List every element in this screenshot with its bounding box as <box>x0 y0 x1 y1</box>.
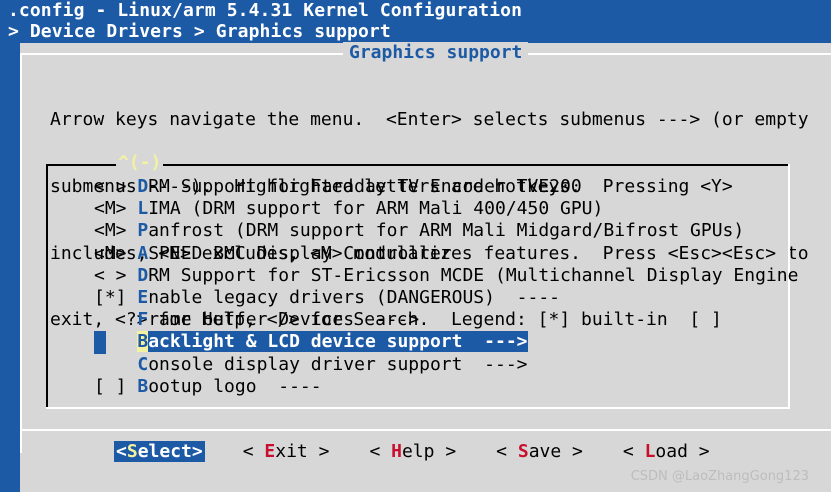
menu-item-hotkey: P <box>137 220 149 242</box>
menu-item[interactable]: < > DRM Support for Faraday TV Encoder T… <box>94 176 798 198</box>
menu-list: < > DRM Support for Faraday TV Encoder T… <box>94 176 798 398</box>
menu-item-label: IMA (DRM support for ARM Mali 400/450 GP… <box>148 198 604 220</box>
button-label: oad > <box>655 441 710 462</box>
menu-item-hotkey: C <box>137 353 149 375</box>
breadcrumb: > Device Drivers > Graphics support <box>8 21 391 42</box>
menu-item-hotkey: B <box>137 375 149 397</box>
button-hotkey: E <box>264 441 276 462</box>
dialog-border-left <box>20 53 22 453</box>
menu-item-prompt: [ ] <box>94 375 138 397</box>
button-bracket: < <box>242 441 265 462</box>
menu-item-hotkey: A <box>137 242 149 264</box>
menu-item-prompt: [*] <box>94 286 138 308</box>
menu-item-label: RM Support for Faraday TV Encoder TVE200 <box>148 176 582 197</box>
select-button[interactable]: <Select> <box>114 441 205 462</box>
button-label: elp > <box>401 441 457 462</box>
button-hotkey: S <box>517 441 529 462</box>
button-label: ave > <box>528 441 583 462</box>
menu-item[interactable]: [*] Enable legacy drivers (DANGEROUS) --… <box>94 287 798 309</box>
terminal-screen: .config - Linux/arm 5.4.31 Kernel Config… <box>0 0 831 492</box>
menu-item[interactable]: Backlight & LCD device support ---> <box>94 331 798 354</box>
button-hotkey: L <box>644 441 656 462</box>
help-line: Arrow keys navigate the menu. <Enter> se… <box>50 109 809 131</box>
menu-item-prompt: <M> <box>94 242 138 264</box>
menu-item[interactable]: <M> Panfrost (DRM support for ARM Mali M… <box>94 220 798 242</box>
menu-item-label: anfrost (DRM support for ARM Mali Midgar… <box>148 220 745 242</box>
button-bracket: < <box>369 441 392 462</box>
menu-item[interactable]: <M> ASPEED BMC Display Controller <box>94 243 798 265</box>
menu-item-prompt: < > <box>94 176 138 197</box>
menu-item-label: RM Support for ST-Ericsson MCDE (Multich… <box>148 264 799 286</box>
menu-item[interactable]: Console display driver support ---> <box>94 354 798 376</box>
button-bracket: < <box>622 441 645 462</box>
menu-item-hotkey: F <box>137 309 149 331</box>
exit-button[interactable]: < Exit > <box>241 441 332 462</box>
window-title: .config - Linux/arm 5.4.31 Kernel Config… <box>8 0 523 21</box>
menu-item-hotkey: D <box>137 176 149 197</box>
menu-item-prompt <box>94 309 137 330</box>
menu-item-prompt: < > <box>94 264 138 286</box>
scroll-up-indicator: ^(-) <box>116 152 164 173</box>
menu-item[interactable]: < > DRM Support for ST-Ericsson MCDE (Mu… <box>94 265 798 287</box>
menu-item-label: ootup logo ---- <box>148 375 322 397</box>
menu-item-label: rame buffer Devices ---> <box>148 309 420 331</box>
menu-item-label: onsole display driver support ---> <box>148 353 528 375</box>
save-button[interactable]: < Save > <box>494 441 585 462</box>
button-label: xit > <box>275 441 330 462</box>
button-hotkey: H <box>391 441 402 462</box>
help-button[interactable]: < Help > <box>367 441 458 462</box>
menu-item-label: nable legacy drivers (DANGEROUS) ---- <box>148 286 561 308</box>
dialog-title: Graphics support <box>343 42 529 63</box>
menu-item-prompt <box>94 354 137 375</box>
menu-item[interactable]: [ ] Bootup logo ---- <box>94 376 798 398</box>
menu-item-label: acklight & LCD device support ---> <box>148 331 528 353</box>
menu-item-label: SPEED BMC Display Controller <box>148 242 452 264</box>
button-bracket: < <box>496 441 518 462</box>
menuconfig-dialog: Graphics support Arrow keys navigate the… <box>20 42 831 492</box>
button-bar-divider <box>20 429 831 431</box>
button-bracket: < <box>116 441 127 462</box>
button-row: <Select> < Exit > < Help > < Save > < Load > <box>114 441 748 462</box>
menu-item-prompt: <M> <box>94 198 138 220</box>
menu-item-hotkey: L <box>137 198 149 220</box>
menu-item[interactable]: <M> LIMA (DRM support for ARM Mali 400/4… <box>94 198 798 220</box>
button-hotkey: S <box>126 441 138 462</box>
menu-item-hotkey: E <box>137 286 149 308</box>
selection-marker <box>94 331 106 354</box>
menu-item-hotkey: B <box>137 331 149 353</box>
load-button[interactable]: < Load > <box>621 441 712 462</box>
menu-item-hotkey: D <box>137 264 149 286</box>
watermark: CSDN @LaoZhangGong123 <box>630 469 809 484</box>
button-label: elect> <box>137 441 203 462</box>
menu-item-prompt: <M> <box>94 220 138 242</box>
menu-item[interactable]: Frame buffer Devices ---> <box>94 309 798 331</box>
